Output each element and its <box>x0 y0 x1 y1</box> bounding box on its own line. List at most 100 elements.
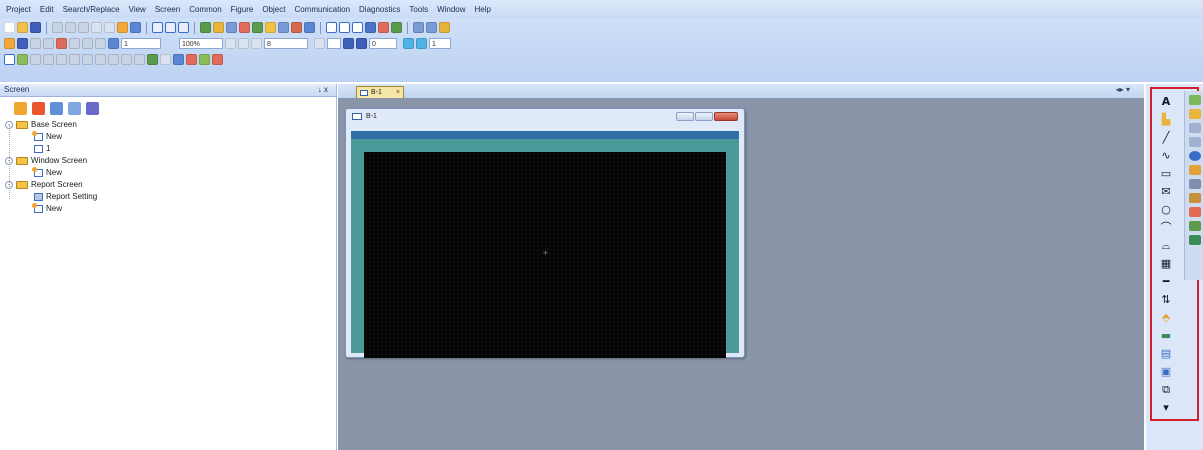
delete-screen-icon[interactable] <box>32 101 45 115</box>
collapse-icon[interactable]: - <box>5 120 13 129</box>
center-icon[interactable] <box>134 54 145 65</box>
screen-canvas[interactable]: + <box>364 152 726 358</box>
screen-open-icon[interactable] <box>165 22 176 33</box>
color-fill-icon[interactable] <box>186 54 197 65</box>
arrange-icon[interactable] <box>173 54 184 65</box>
grid-tool-icon[interactable]: ▦ <box>1160 258 1172 270</box>
collapse-icon[interactable]: - <box>5 156 13 165</box>
data-view-icon[interactable] <box>339 22 350 33</box>
offline-test-icon[interactable] <box>252 22 263 33</box>
menu-figure[interactable]: Figure <box>231 5 254 14</box>
trigger-object-icon[interactable] <box>1189 235 1201 245</box>
preview-icon[interactable] <box>403 38 414 49</box>
nudge-icon[interactable] <box>147 54 158 65</box>
arc-tool-icon[interactable]: ⌒ <box>1160 222 1172 234</box>
screen-image-list-icon[interactable] <box>86 101 99 115</box>
font-icon[interactable] <box>160 54 171 65</box>
tree-node-window-new[interactable]: New <box>32 166 62 178</box>
upload-icon[interactable] <box>213 22 224 33</box>
download-icon[interactable] <box>200 22 211 33</box>
display-mode-icon[interactable] <box>343 38 354 49</box>
compare-icon[interactable] <box>226 22 237 33</box>
menu-search-replace[interactable]: Search/Replace <box>63 5 120 14</box>
close-button[interactable] <box>714 112 738 121</box>
flip-icon[interactable] <box>95 54 106 65</box>
distribute-icon[interactable] <box>82 38 93 49</box>
alarm-object-icon[interactable] <box>1189 193 1201 203</box>
circle-tool-icon[interactable]: ○ <box>1160 204 1172 216</box>
shape-tool-icon[interactable]: ⬘ <box>1160 312 1172 324</box>
rotate-icon[interactable] <box>82 54 93 65</box>
tab-navigation-icon[interactable]: ◂▸ ▾ <box>1116 85 1130 94</box>
copy-icon[interactable] <box>65 22 76 33</box>
graph-object-icon[interactable] <box>1189 179 1201 189</box>
collapse-icon[interactable]: - <box>5 180 13 189</box>
tree-node-report-new[interactable]: New <box>32 202 62 214</box>
menu-edit[interactable]: Edit <box>40 5 54 14</box>
arrow-select[interactable]: 0 <box>369 38 397 49</box>
object-color-icon[interactable] <box>212 54 223 65</box>
tree-node-base-screen[interactable]: - Base Screen <box>5 119 77 130</box>
help-icon[interactable] <box>130 22 141 33</box>
comment-icon[interactable] <box>391 22 402 33</box>
slider-tool-icon[interactable]: ⇅ <box>1160 294 1172 306</box>
zoom-in-icon[interactable] <box>225 38 236 49</box>
comment-object-icon[interactable] <box>1189 165 1201 175</box>
menu-project[interactable]: Project <box>6 5 31 14</box>
lamp-object-icon[interactable] <box>1189 109 1201 119</box>
page-number-select[interactable]: 1 <box>121 38 161 49</box>
redo-icon[interactable] <box>104 22 115 33</box>
grid-icon[interactable] <box>251 38 262 49</box>
switch-object-icon[interactable] <box>1189 95 1201 105</box>
screen-select-icon[interactable] <box>4 38 15 49</box>
object-order-icon[interactable] <box>43 54 54 65</box>
copy-screen-icon[interactable] <box>50 101 63 115</box>
tag-display-icon[interactable] <box>356 38 367 49</box>
menu-common[interactable]: Common <box>189 5 221 14</box>
copy-tool-icon[interactable]: ⧉ <box>1160 384 1172 396</box>
prev-screen-icon[interactable] <box>30 38 41 49</box>
screen-list-icon[interactable] <box>17 38 28 49</box>
menu-window[interactable]: Window <box>437 5 465 14</box>
rectangle-tool-icon[interactable]: ▭ <box>1160 168 1172 180</box>
polyline-tool-icon[interactable]: ∿ <box>1160 150 1172 162</box>
text-object-icon[interactable] <box>1189 137 1201 147</box>
zoom-select-icon[interactable] <box>108 38 119 49</box>
picture-tool-icon[interactable]: ▬ <box>1160 330 1172 342</box>
screen-new-icon[interactable] <box>152 22 163 33</box>
window-preview-icon[interactable] <box>416 38 427 49</box>
zoom-out-icon[interactable] <box>238 38 249 49</box>
object-snap-icon[interactable] <box>199 54 210 65</box>
undo-icon[interactable] <box>91 22 102 33</box>
polygon-tool-icon[interactable]: ⌓ <box>1160 240 1172 252</box>
tab-close-icon[interactable]: × <box>396 87 400 98</box>
tab-b-1[interactable]: B-1 × <box>356 86 404 98</box>
menu-object[interactable]: Object <box>262 5 285 14</box>
add-screen-icon[interactable] <box>14 101 27 115</box>
clock-object-icon[interactable] <box>1189 151 1201 161</box>
layout-icon[interactable] <box>95 38 106 49</box>
menu-tools[interactable]: Tools <box>409 5 428 14</box>
monitor-icon[interactable] <box>265 22 276 33</box>
next-screen-icon[interactable] <box>43 38 54 49</box>
image-tool-icon[interactable]: ▙ <box>1160 114 1172 126</box>
open-folder-icon[interactable] <box>17 22 28 33</box>
object-align-icon[interactable] <box>30 54 41 65</box>
tree-node-base-new[interactable]: New <box>32 130 62 142</box>
cut-icon[interactable] <box>52 22 63 33</box>
screen-image-icon[interactable] <box>56 38 67 49</box>
tree-node-window-screen[interactable]: - Window Screen <box>5 155 87 166</box>
tree-node-report-screen[interactable]: - Report Screen <box>5 179 83 190</box>
recipe-object-icon[interactable] <box>1189 207 1201 217</box>
image-library-icon[interactable] <box>17 54 28 65</box>
ungroup-icon[interactable] <box>69 54 80 65</box>
envelope-tool-icon[interactable]: ✉ <box>1160 186 1172 198</box>
window-color-select[interactable]: 1 <box>429 38 451 49</box>
parts-icon[interactable] <box>291 22 302 33</box>
layer-icon[interactable] <box>365 22 376 33</box>
screen-color-select[interactable] <box>327 38 341 49</box>
screen-property-icon[interactable] <box>68 101 81 115</box>
panel-pin-close-icon[interactable]: ↓ x <box>318 84 328 96</box>
draw-screen-icon[interactable] <box>4 54 15 65</box>
more-tool-icon[interactable]: ▾ <box>1160 402 1172 414</box>
